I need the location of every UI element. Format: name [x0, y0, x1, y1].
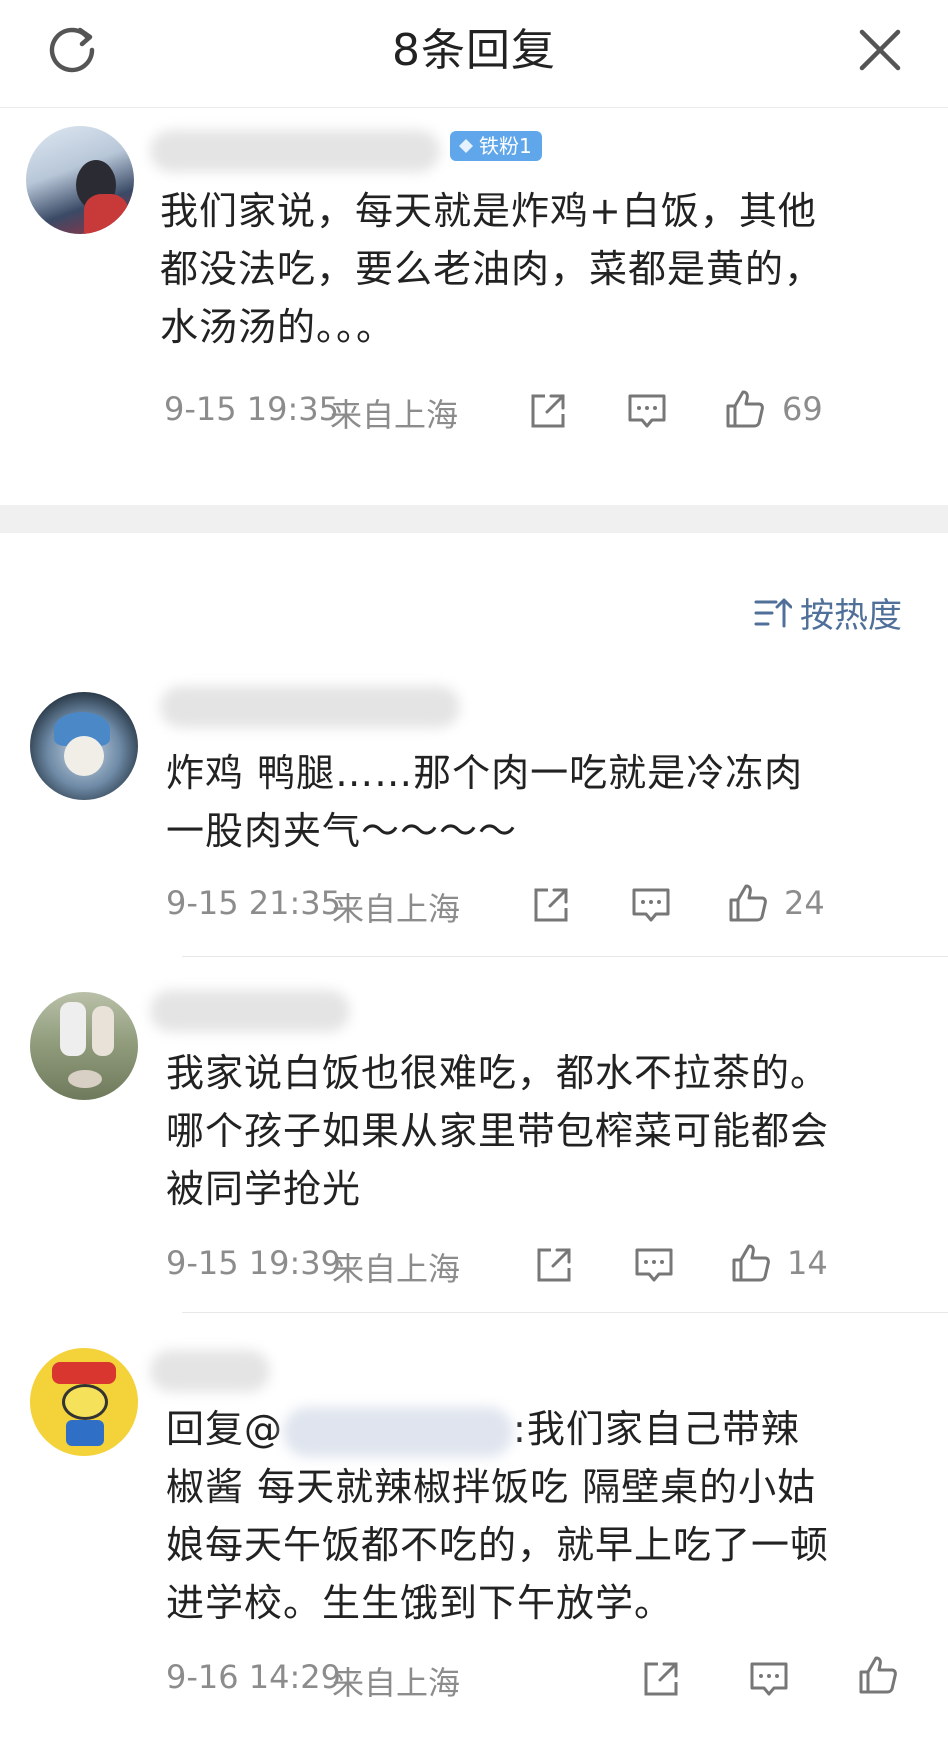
comment-text: 我们家说，每天就是炸鸡+白饭，其他都没法吃，要么老油肉，菜都是黄的，水汤汤的。。… — [160, 189, 824, 349]
reply-text: 回复@:我们家自己带辣椒酱 每天就辣椒拌饭吃 隔壁桌的小姑娘每天午饭都不吃的，就… — [166, 1400, 838, 1632]
thumbs-up-icon[interactable] — [730, 1242, 772, 1284]
like-count: 24 — [784, 884, 825, 922]
sort-label: 按热度 — [800, 596, 902, 636]
like-count: 69 — [782, 390, 823, 428]
reply-text: 我家说白饭也很难吃，都水不拉茶的。哪个孩子如果从家里带包榨菜可能都会被同学抢光 — [166, 1051, 830, 1211]
section-divider — [0, 505, 948, 533]
share-icon[interactable] — [527, 390, 569, 432]
username-redacted[interactable] — [150, 990, 350, 1032]
page-title: 8条回复 — [392, 25, 556, 76]
thumbs-up-icon[interactable] — [724, 388, 766, 430]
diamond-icon — [459, 139, 473, 153]
reply-text: 炸鸡 鸭腿……那个肉一吃就是冷冻肉一股肉夹气～～～～ — [166, 751, 804, 853]
reply-location: 来自上海 — [332, 1250, 461, 1288]
comment-time: 9-15 19:35 — [164, 390, 340, 428]
avatar[interactable] — [30, 992, 138, 1100]
divider — [182, 956, 948, 957]
share-icon[interactable] — [640, 1658, 682, 1700]
comment-icon[interactable] — [626, 390, 668, 432]
comment-icon[interactable] — [633, 1244, 675, 1286]
divider — [182, 1312, 948, 1313]
comment-location: 来自上海 — [330, 396, 459, 434]
share-icon[interactable] — [530, 884, 572, 926]
badge-label: 铁粉1 — [479, 134, 532, 158]
reply-time: 9-15 21:35 — [166, 884, 342, 922]
thumbs-up-icon[interactable] — [727, 882, 769, 924]
avatar[interactable] — [26, 126, 134, 234]
like-count: 14 — [787, 1244, 828, 1282]
close-icon[interactable] — [852, 22, 908, 78]
avatar[interactable] — [30, 692, 138, 800]
reply-time: 9-16 14:29 — [166, 1658, 342, 1696]
reply-prefix: 回复@ — [166, 1407, 284, 1451]
comment-icon[interactable] — [630, 884, 672, 926]
sort-icon — [754, 598, 792, 627]
username-redacted[interactable] — [150, 130, 440, 172]
fan-badge: 铁粉1 — [450, 131, 542, 161]
reply-time: 9-15 19:39 — [166, 1244, 342, 1282]
reply-location: 来自上海 — [332, 1664, 461, 1702]
header-bar: 8条回复 — [0, 0, 948, 108]
sort-button[interactable]: 按热度 — [754, 588, 902, 637]
main-comment: 铁粉1 我们家说，每天就是炸鸡+白饭，其他都没法吃，要么老油肉，菜都是黄的，水汤… — [0, 108, 948, 506]
reply-location: 来自上海 — [332, 890, 461, 928]
username-redacted[interactable] — [160, 686, 460, 728]
thumbs-up-icon[interactable] — [857, 1654, 899, 1696]
avatar[interactable] — [30, 1348, 138, 1456]
username-redacted[interactable] — [150, 1350, 270, 1392]
mention-redacted[interactable] — [283, 1406, 514, 1457]
comment-icon[interactable] — [748, 1658, 790, 1700]
share-icon[interactable] — [533, 1244, 575, 1286]
